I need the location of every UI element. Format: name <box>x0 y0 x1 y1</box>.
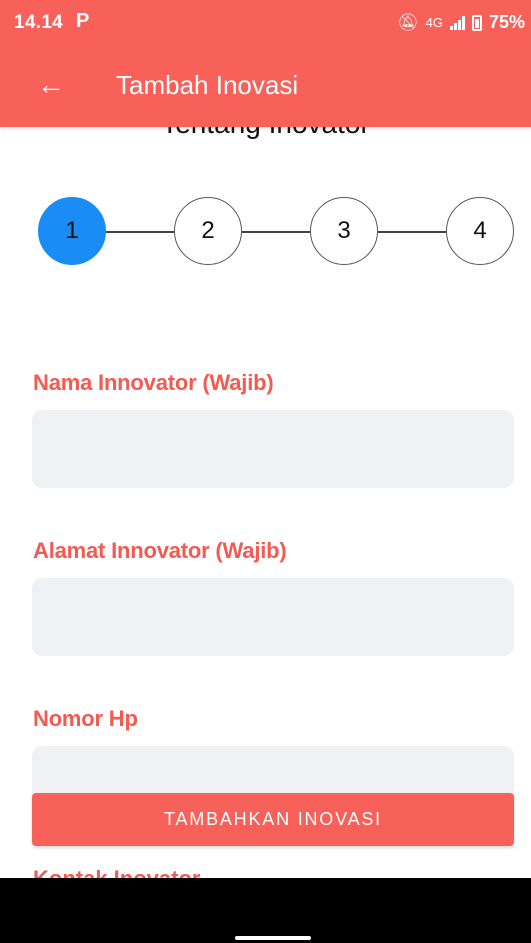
status-bar: 14.14 P 🔕︎ 4G 75% <box>0 0 531 46</box>
mute-icon: 🔕︎ <box>397 12 419 32</box>
network-type: 4G <box>425 15 443 30</box>
status-icons: 🔕︎ 4G 75% <box>397 12 525 33</box>
step-connector <box>378 231 446 233</box>
toolbar: ← Tambah Inovasi <box>0 46 531 127</box>
status-time: 14.14 <box>14 12 64 33</box>
battery-level: 75% <box>488 12 525 32</box>
back-arrow-icon[interactable]: ← <box>36 70 66 100</box>
battery-icon <box>471 14 482 31</box>
tambahkan-inovasi-button[interactable]: TAMBAHKAN INOVASI <box>32 793 514 846</box>
app-bar: 14.14 P 🔕︎ 4G 75% ← Tambah Inovasi <box>0 0 531 127</box>
step-3[interactable]: 3 <box>310 197 378 265</box>
step-4[interactable]: 4 <box>446 197 514 265</box>
step-1[interactable]: 1 <box>38 197 106 265</box>
stepper: 1 2 3 4 <box>0 196 531 268</box>
alamat-innovator-input[interactable] <box>32 578 514 656</box>
system-navigation-bar <box>0 878 531 943</box>
nomor-hp-label: Nomor Hp <box>33 706 138 731</box>
signal-icon <box>449 15 465 30</box>
nama-innovator-label: Nama Innovator (Wajib) <box>33 370 274 395</box>
page-title: Tambah Inovasi <box>116 70 299 100</box>
notification-p-icon: P <box>76 10 90 32</box>
home-indicator[interactable] <box>235 936 311 940</box>
step-2[interactable]: 2 <box>174 197 242 265</box>
nama-innovator-input[interactable] <box>32 410 514 488</box>
alamat-innovator-label: Alamat Innovator (Wajib) <box>33 538 287 563</box>
step-connector <box>242 231 310 233</box>
step-connector <box>106 231 174 233</box>
